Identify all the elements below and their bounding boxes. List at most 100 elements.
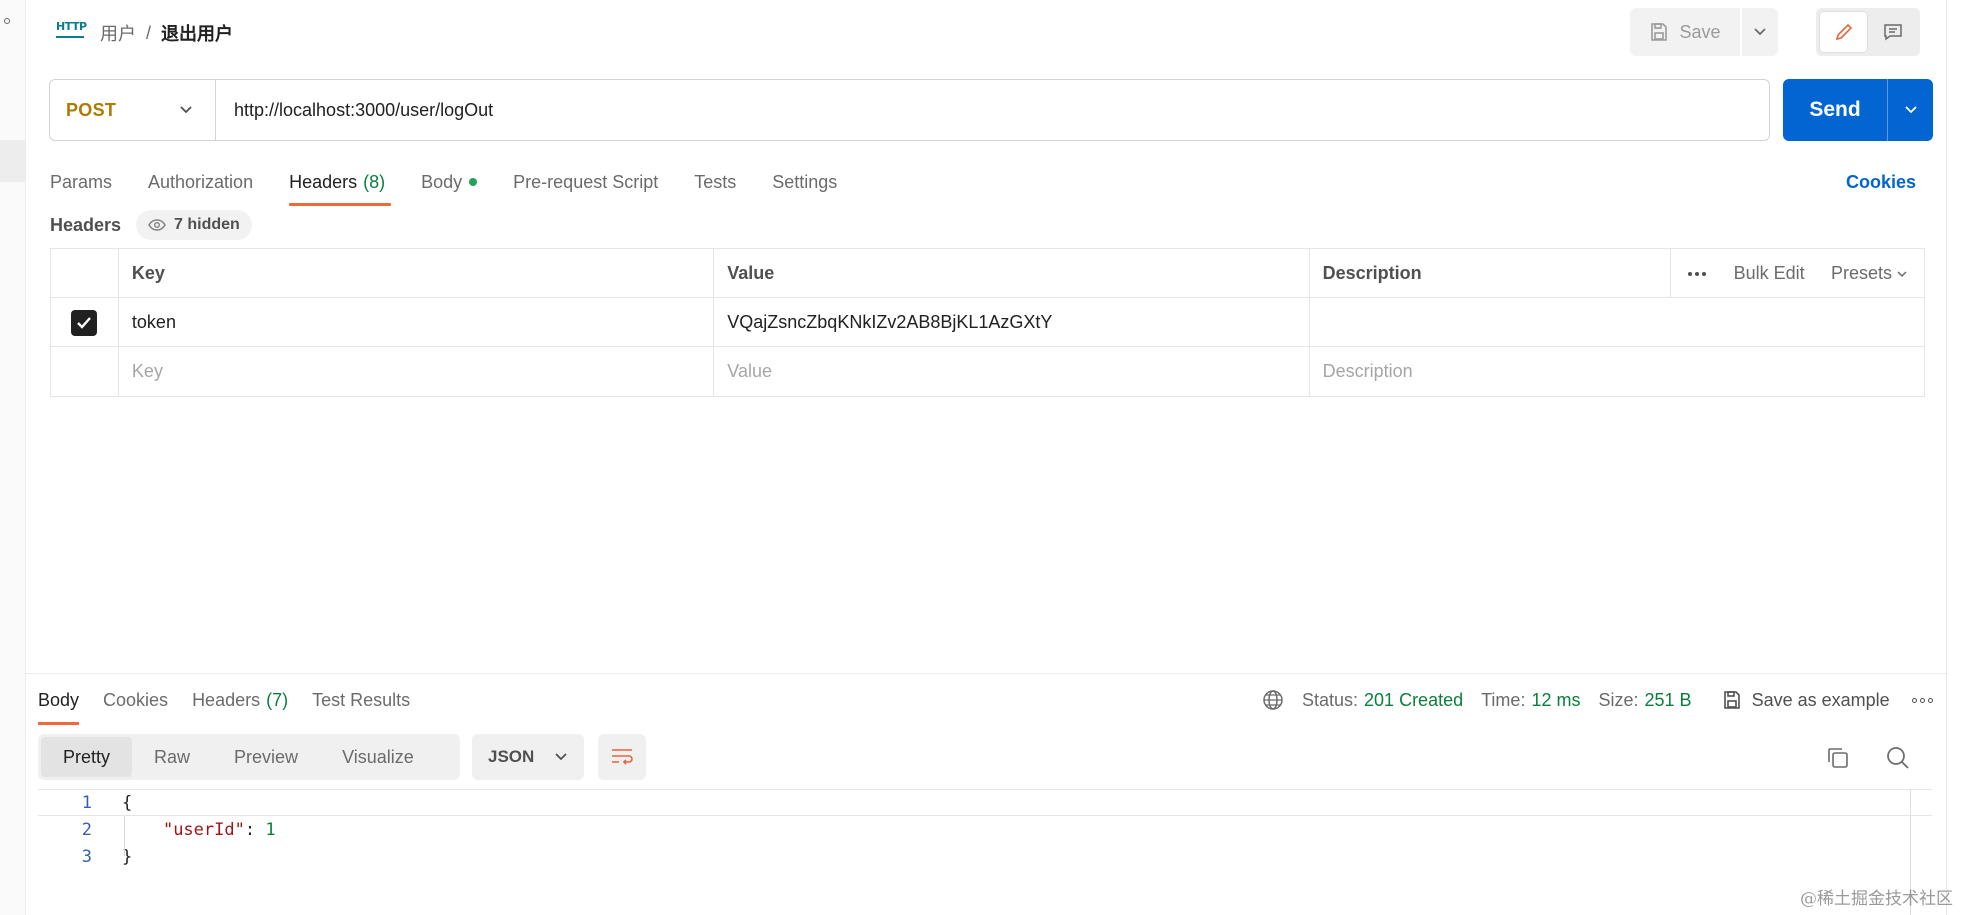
code-line: 3 } (38, 843, 1932, 870)
mode-toggle (1816, 8, 1920, 56)
wrap-lines-icon (612, 749, 633, 765)
bulk-edit-button[interactable]: Bulk Edit (1734, 263, 1805, 284)
presets-dropdown[interactable]: Presets (1831, 263, 1908, 284)
body-indicator-dot (469, 178, 478, 186)
table-row-empty: Key Value Description (51, 347, 1924, 396)
tab-body[interactable]: Body (421, 164, 478, 200)
chevron-down-icon (555, 753, 567, 761)
header-key-input[interactable]: token (119, 298, 715, 347)
hidden-headers-toggle[interactable]: 7 hidden (136, 210, 252, 240)
column-value: Value (714, 249, 1310, 298)
code-line: 1 { (38, 789, 1932, 816)
response-headers-count: (7) (266, 689, 289, 710)
chevron-down-icon (1904, 106, 1917, 114)
table-header-row: Key Value Description Bulk Edit Presets (51, 249, 1924, 298)
headers-section-label: Headers (50, 214, 122, 235)
more-options-button[interactable] (1687, 271, 1707, 277)
response-code-view[interactable]: 1 { 2 "userId": 1 3 } (38, 789, 1932, 915)
response-tabs: Body Cookies Headers (7) Test Results (38, 680, 434, 725)
tab-tests[interactable]: Tests (694, 164, 736, 200)
headers-count: (8) (363, 171, 386, 192)
breadcrumb-current[interactable]: 退出用户 (161, 20, 233, 46)
url-input[interactable]: http://localhost:3000/user/logOut (216, 100, 493, 121)
save-options-button[interactable] (1740, 8, 1778, 56)
status-label: Status: (1302, 689, 1359, 710)
language-select[interactable]: JSON (472, 734, 584, 780)
format-visualize[interactable]: Visualize (320, 737, 436, 777)
save-icon (1723, 691, 1740, 709)
save-as-example-button[interactable]: Save as example (1722, 690, 1890, 711)
header-description-input[interactable] (1310, 298, 1924, 347)
time-label: Time: (1481, 689, 1526, 710)
edit-mode-button[interactable] (1820, 12, 1867, 52)
wrap-lines-button[interactable] (598, 734, 646, 780)
breadcrumb: 用户 / 退出用户 (100, 20, 233, 46)
right-panel-border (1946, 0, 1947, 915)
breadcrumb-parent[interactable]: 用户 (100, 20, 136, 46)
new-value-input[interactable]: Value (714, 347, 1310, 396)
response-divider[interactable] (26, 673, 1948, 674)
json-colon: : (244, 819, 266, 840)
save-button-group: Save (1630, 8, 1778, 56)
left-sidebar-strip (0, 0, 26, 915)
url-bar: POST http://localhost:3000/user/logOut (49, 79, 1770, 141)
size-value[interactable]: 251 B (1645, 690, 1692, 711)
comments-button[interactable] (1869, 12, 1916, 52)
header-check-column (51, 249, 119, 298)
line-number: 3 (81, 846, 92, 867)
chevron-down-icon (180, 106, 192, 114)
tab-pre-request-script[interactable]: Pre-request Script (513, 164, 658, 200)
send-button-group: Send (1783, 79, 1933, 141)
globe-icon[interactable] (1262, 689, 1284, 711)
search-icon[interactable] (1884, 744, 1912, 772)
tab-headers[interactable]: Headers (8) (289, 164, 392, 206)
comment-icon (1883, 24, 1902, 41)
top-bar: HTTP 用户 / 退出用户 Save (26, 0, 1966, 64)
format-raw[interactable]: Raw (132, 737, 212, 777)
code-line: 2 "userId": 1 (38, 816, 1932, 843)
copy-icon[interactable] (1824, 744, 1852, 772)
table-row: token VQajZsncZbqKNkIZv2AB8BjKL1AzGXtY (51, 298, 1924, 347)
line-number: 1 (81, 792, 92, 813)
response-tab-body[interactable]: Body (38, 680, 80, 725)
send-options-button[interactable] (1887, 79, 1933, 141)
response-meta: Status: 201 Created Time: 12 ms Size: 25… (1262, 680, 1933, 720)
line-number: 2 (81, 819, 92, 840)
tab-authorization[interactable]: Authorization (148, 164, 253, 200)
header-value-input[interactable]: VQajZsncZbqKNkIZv2AB8BjKL1AzGXtY (714, 298, 1310, 347)
pencil-icon (1835, 23, 1852, 41)
column-key: Key (119, 249, 715, 298)
row-checkbox-cell (51, 298, 119, 347)
column-description: Description (1310, 249, 1672, 298)
response-tab-cookies[interactable]: Cookies (103, 680, 168, 720)
eye-icon (148, 219, 166, 231)
headers-table: Key Value Description Bulk Edit Presets … (50, 248, 1925, 397)
tab-params[interactable]: Params (50, 164, 112, 200)
new-description-input[interactable]: Description (1310, 347, 1924, 396)
chevron-down-icon (1754, 28, 1766, 36)
save-button[interactable]: Save (1630, 8, 1740, 56)
tab-settings[interactable]: Settings (772, 164, 837, 200)
time-value[interactable]: 12 ms (1531, 690, 1580, 711)
breadcrumb-separator: / (146, 22, 152, 43)
format-pretty[interactable]: Pretty (41, 737, 133, 777)
response-tab-test-results[interactable]: Test Results (312, 680, 410, 720)
cookies-link[interactable]: Cookies (1846, 164, 1916, 200)
json-key: "userId" (162, 819, 245, 840)
format-preview[interactable]: Preview (212, 737, 320, 777)
more-horizontal-icon (1688, 271, 1707, 276)
new-key-input[interactable]: Key (119, 347, 715, 396)
size-label: Size: (1598, 689, 1639, 710)
send-button[interactable]: Send (1783, 79, 1887, 141)
hidden-headers-count: 7 hidden (174, 216, 240, 233)
method-label: POST (66, 99, 117, 120)
method-select[interactable]: POST (50, 80, 216, 140)
header-enabled-checkbox[interactable] (71, 309, 98, 336)
response-more-button[interactable] (1911, 697, 1933, 703)
response-tab-headers[interactable]: Headers (7) (192, 680, 288, 720)
chevron-down-icon (1897, 270, 1907, 277)
status-value[interactable]: 201 Created (1364, 690, 1463, 711)
sidebar-dot-icon (4, 18, 10, 24)
watermark: @稀土掘金技术社区 (1800, 889, 1953, 909)
http-request-icon: HTTP (56, 20, 87, 42)
